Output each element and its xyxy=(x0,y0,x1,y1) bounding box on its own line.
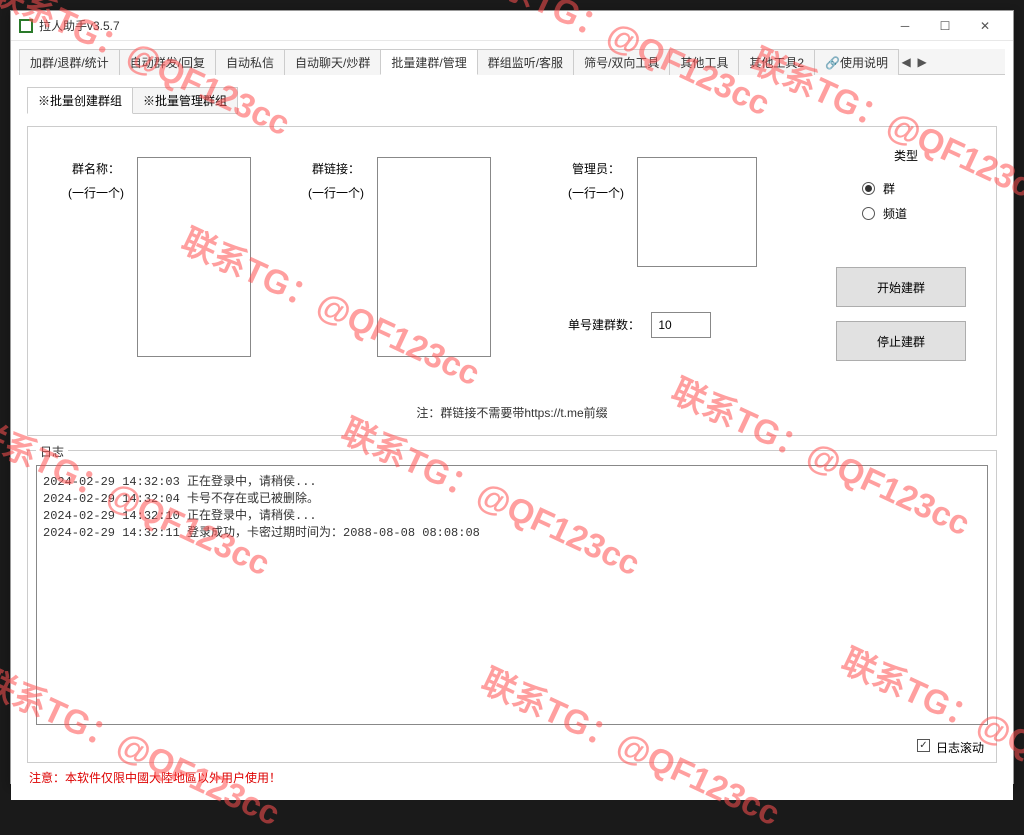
admin-label: 管理员： xyxy=(568,157,624,181)
button-column: 开始建群 停止建群 xyxy=(836,267,966,375)
titlebar: 拉人助手v3.5.7 ─ ☐ ✕ xyxy=(11,11,1013,41)
tab-autodm[interactable]: 自动私信 xyxy=(215,49,285,75)
radio-group[interactable]: 群 xyxy=(862,180,966,197)
start-button[interactable]: 开始建群 xyxy=(836,267,966,307)
log-title: 日志 xyxy=(36,443,68,460)
tab-help[interactable]: 🔗使用说明 xyxy=(814,49,899,75)
log-output[interactable]: 2024-02-29 14:32:03 正在登录中，请稍侯... 2024-02… xyxy=(36,465,988,725)
link-field: 群链接： (一行一个) xyxy=(308,157,491,357)
tab-scroll-right-icon[interactable]: ▶ xyxy=(914,49,930,74)
tab-other2[interactable]: 其他工具2 xyxy=(738,49,815,75)
radio-channel[interactable]: 频道 xyxy=(862,205,966,222)
admin-hint: (一行一个) xyxy=(568,181,624,205)
subtab-create[interactable]: ※批量创建群组 xyxy=(27,87,133,114)
log-footer: ✓ 日志滚动 xyxy=(28,733,996,762)
log-scroll-label: 日志滚动 xyxy=(936,739,984,756)
create-panel: 群名称： (一行一个) 群链接： (一行一个) 管理员： (一行一个) xyxy=(27,126,997,436)
sub-tabs: ※批量创建群组 ※批量管理群组 xyxy=(27,87,1005,114)
groupname-label: 群名称： xyxy=(68,157,124,181)
subtab-manage[interactable]: ※批量管理群组 xyxy=(132,87,238,114)
maximize-button[interactable]: ☐ xyxy=(925,12,965,40)
tab-scroll-left-icon[interactable]: ◀ xyxy=(898,49,914,74)
warning-text: 注意：本软件仅限中國大陸地區以外用户使用！ xyxy=(29,769,995,786)
groupname-field: 群名称： (一行一个) xyxy=(68,157,251,357)
tab-autosend[interactable]: 自动群发/回复 xyxy=(119,49,216,75)
tab-batchgroup[interactable]: 批量建群/管理 xyxy=(380,49,477,75)
link-input[interactable] xyxy=(377,157,491,357)
link-hint: (一行一个) xyxy=(308,181,364,205)
link-label: 群链接： xyxy=(308,157,364,181)
main-tabs: 加群/退群/统计 自动群发/回复 自动私信 自动聊天/炒群 批量建群/管理 群组… xyxy=(19,49,1005,75)
log-group: 日志 2024-02-29 14:32:03 正在登录中，请稍侯... 2024… xyxy=(27,450,997,763)
groupname-hint: (一行一个) xyxy=(68,181,124,205)
type-label: 类型 xyxy=(846,147,966,164)
count-row: 单号建群数： xyxy=(568,312,711,338)
radio-icon xyxy=(862,207,875,220)
content-area: ※批量创建群组 ※批量管理群组 群名称： (一行一个) 群链接： (一行一个) xyxy=(11,75,1013,800)
link-note: 注：群链接不需要带https://t.me前缀 xyxy=(28,404,996,421)
stop-button[interactable]: 停止建群 xyxy=(836,321,966,361)
tab-monitor[interactable]: 群组监听/客服 xyxy=(477,49,574,75)
radio-icon xyxy=(862,182,875,195)
window-title: 拉人助手v3.5.7 xyxy=(39,17,885,34)
checkbox-icon[interactable]: ✓ xyxy=(917,739,930,752)
close-button[interactable]: ✕ xyxy=(965,12,1005,40)
count-label: 单号建群数： xyxy=(568,318,640,332)
type-group: 类型 群 频道 xyxy=(846,147,966,230)
admin-input[interactable] xyxy=(637,157,757,267)
count-input[interactable] xyxy=(651,312,711,338)
tab-autochat[interactable]: 自动聊天/炒群 xyxy=(284,49,381,75)
admin-field: 管理员： (一行一个) xyxy=(568,157,757,267)
tab-filter[interactable]: 筛号/双向工具 xyxy=(573,49,670,75)
app-window: 拉人助手v3.5.7 ─ ☐ ✕ 加群/退群/统计 自动群发/回复 自动私信 自… xyxy=(10,10,1014,784)
app-icon xyxy=(19,19,33,33)
tab-other1[interactable]: 其他工具 xyxy=(669,49,739,75)
minimize-button[interactable]: ─ xyxy=(885,12,925,40)
groupname-input[interactable] xyxy=(137,157,251,357)
tab-join[interactable]: 加群/退群/统计 xyxy=(19,49,120,75)
